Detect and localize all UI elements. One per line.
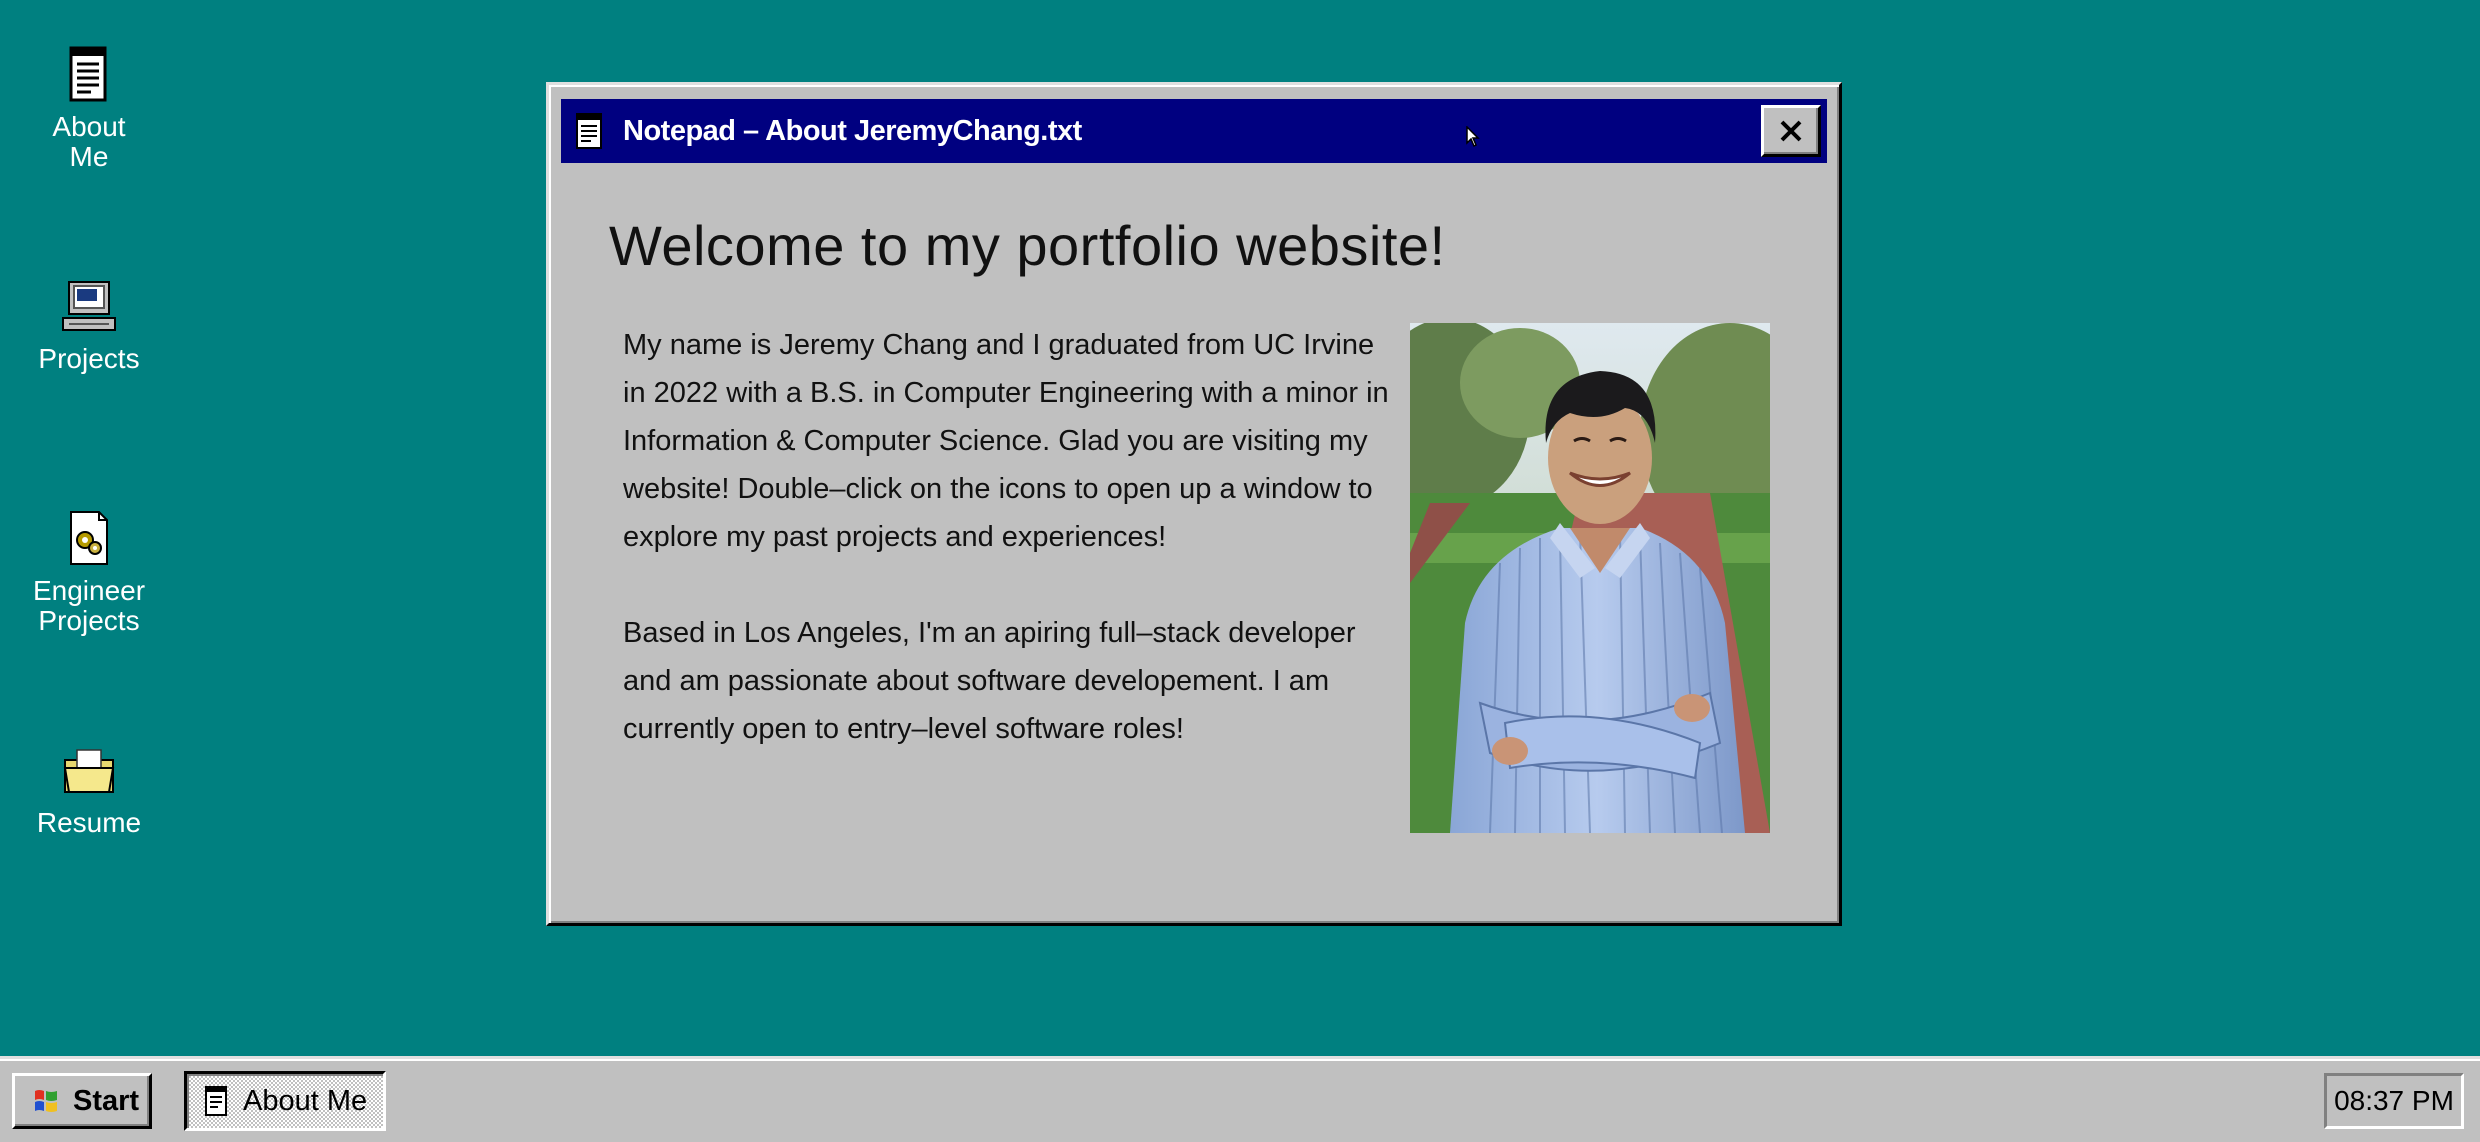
close-button[interactable] (1761, 105, 1821, 157)
settings-document-icon (70, 511, 108, 565)
start-label: Start (73, 1084, 140, 1117)
page-title: Welcome to my portfolio website! (609, 214, 1446, 277)
taskbar-item-about-me[interactable]: About Me (184, 1071, 386, 1131)
start-button[interactable]: Start (12, 1073, 152, 1129)
close-icon (1780, 120, 1802, 142)
computer-icon (62, 281, 116, 331)
taskbar-clock[interactable]: 08:37 PM (2324, 1073, 2464, 1129)
portrait-photo (1410, 323, 1770, 833)
desktop-icon-label: Resume (36, 807, 142, 838)
notepad-window[interactable]: Notepad – About JeremyChang.txt Welcome … (546, 82, 1842, 926)
mouse-cursor-icon (1466, 126, 1480, 148)
desktop-icon-label: Engineer Projects (32, 575, 146, 636)
window-title: Notepad – About JeremyChang.txt (623, 114, 1082, 147)
windows-logo-icon (35, 1090, 57, 1112)
desktop-icon-about-me[interactable]: About Me (14, 44, 164, 172)
taskbar-item-label: About Me (243, 1084, 368, 1117)
desktop-icon-label: Projects (38, 343, 140, 374)
folder-icon (63, 749, 115, 793)
notepad-icon (576, 113, 602, 149)
desktop-icon-resume[interactable]: Resume (14, 740, 164, 838)
about-text: My name is Jeremy Chang and I graduated … (623, 321, 1403, 801)
notepad-document-icon (69, 46, 107, 102)
desktop-icon-label: About Me (52, 111, 126, 172)
desktop-icon-projects[interactable]: Projects (14, 276, 164, 374)
notepad-icon (205, 1086, 227, 1116)
window-title-bar[interactable]: Notepad – About JeremyChang.txt (561, 99, 1827, 163)
profile-photo (1410, 323, 1770, 833)
about-paragraph: Based in Los Angeles, I'm an apiring ful… (623, 617, 1356, 745)
taskbar: Start About Me 08:37 PM (0, 1056, 2480, 1142)
about-paragraph: My name is Jeremy Chang and I graduated … (623, 329, 1389, 553)
desktop-icon-engineer-projects[interactable]: Engineer Projects (14, 508, 164, 636)
